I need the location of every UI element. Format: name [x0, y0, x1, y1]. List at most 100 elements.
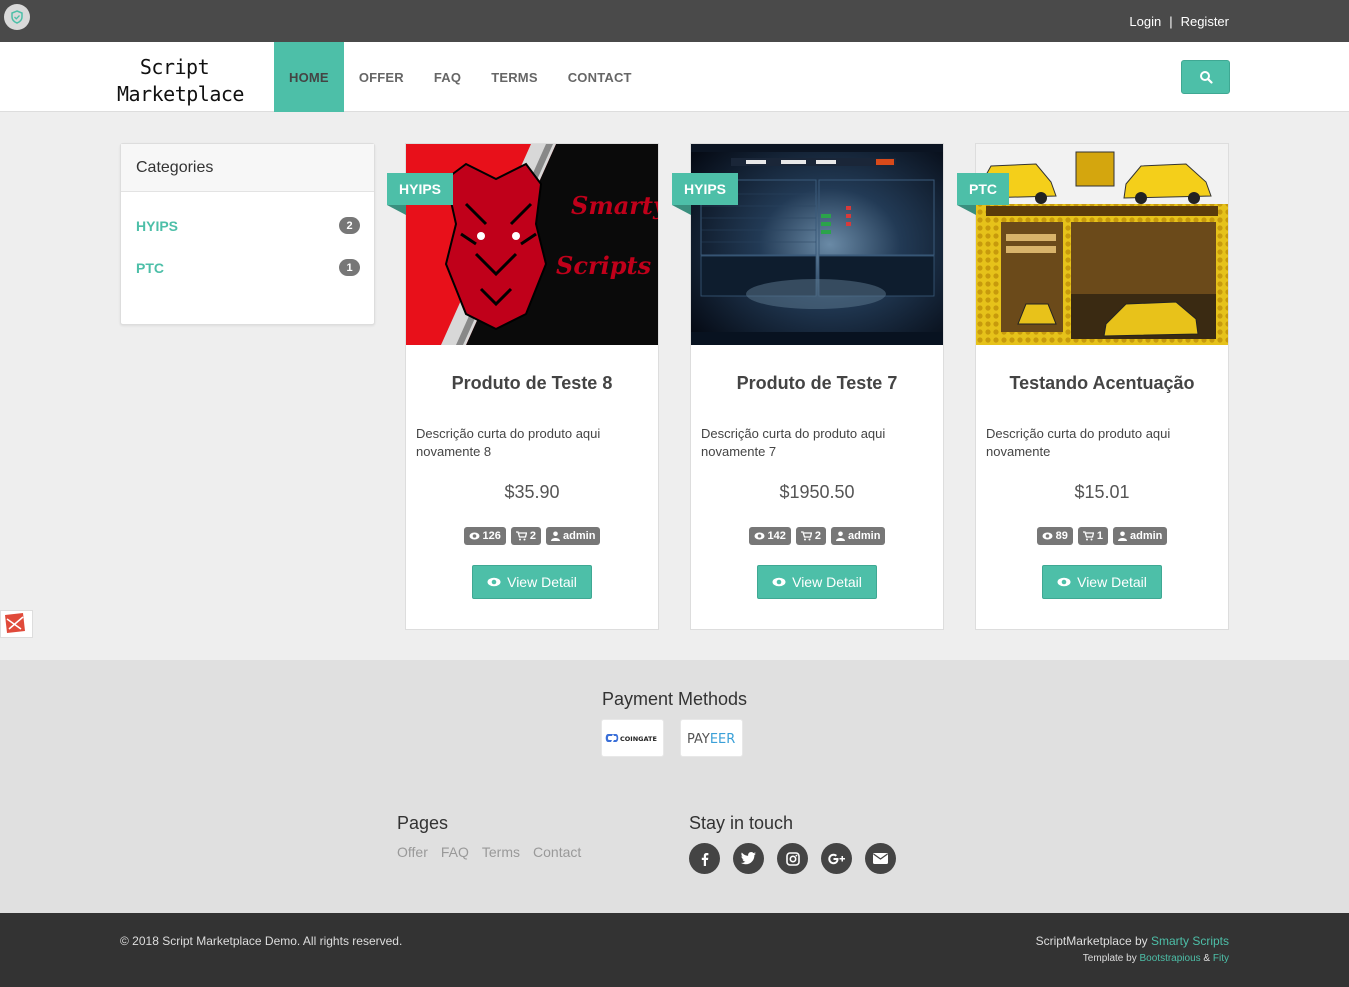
shield-icon[interactable] — [4, 4, 30, 30]
account-links: Login | Register — [1129, 14, 1229, 29]
author-name: admin — [563, 530, 596, 542]
product-title[interactable]: Produto de Teste 7 — [691, 373, 943, 394]
social-links — [689, 843, 896, 874]
cart-count: 2 — [529, 530, 537, 542]
cart-icon — [1082, 531, 1094, 541]
product-image[interactable] — [976, 144, 1228, 345]
template-prefix: Template by — [1082, 953, 1140, 964]
product-stats: 126 2 admin — [406, 527, 658, 545]
twitter-icon[interactable] — [733, 843, 764, 874]
views-badge: 126 — [463, 527, 506, 545]
user-icon — [1117, 531, 1127, 541]
view-detail-label: View Detail — [1077, 574, 1147, 590]
nav-faq[interactable]: FAQ — [419, 42, 476, 112]
category-label[interactable]: HYIPS — [136, 218, 178, 234]
bottom-bar: © 2018 Script Marketplace Demo. All righ… — [0, 913, 1349, 987]
views-count: 142 — [767, 530, 786, 542]
product-stats: 142 2 admin — [691, 527, 943, 545]
ribbon-fold — [957, 205, 976, 215]
category-item-ptc[interactable]: PTC 1 — [136, 259, 360, 276]
product-description: Descrição curta do produto aqui novament… — [986, 426, 1171, 459]
user-icon — [551, 531, 561, 541]
copyright-text: © 2018 Script Marketplace Demo. All righ… — [120, 934, 403, 948]
stay-in-touch-title: Stay in touch — [689, 813, 794, 833]
cart-badge: 1 — [1077, 527, 1108, 545]
category-count-badge: 2 — [339, 217, 360, 234]
cart-icon — [515, 531, 527, 541]
footer-link-offer[interactable]: Offer — [397, 844, 428, 860]
credit-line: ScriptMarketplace by Smarty Scripts — [1036, 934, 1229, 948]
footer-link-faq[interactable]: FAQ — [441, 844, 469, 860]
views-count: 126 — [482, 530, 501, 542]
template-credit-line: Template by Bootstrapious & Fity — [1083, 953, 1229, 964]
category-count-badge: 1 — [339, 259, 360, 276]
views-badge: 142 — [748, 527, 791, 545]
template-ampersand: & — [1200, 953, 1213, 964]
payeer-logo: PAYEER — [680, 719, 743, 757]
category-item-hyips[interactable]: HYIPS 2 — [136, 217, 360, 234]
views-count: 89 — [1055, 530, 1068, 542]
floating-widget-icon[interactable] — [0, 610, 33, 638]
image-logo-text-2: Scripts — [556, 251, 652, 280]
register-link[interactable]: Register — [1181, 14, 1229, 29]
pages-title: Pages — [397, 813, 449, 833]
cart-badge: 2 — [795, 527, 827, 545]
category-label[interactable]: PTC — [136, 260, 164, 276]
search-button[interactable] — [1181, 60, 1230, 94]
product-price: $1950.50 — [779, 482, 855, 502]
footer: Payment Methods COINGATE PAYEER Pages Of… — [0, 660, 1349, 913]
cart-count: 2 — [814, 530, 822, 542]
cart-icon — [800, 531, 812, 541]
view-detail-button[interactable]: View Detail — [1042, 565, 1162, 599]
footer-page-links: Offer FAQ Terms Contact — [397, 844, 581, 860]
views-badge: 89 — [1036, 527, 1073, 545]
nav-offer[interactable]: OFFER — [344, 42, 419, 112]
footer-link-terms[interactable]: Terms — [482, 844, 520, 860]
eye-icon — [1042, 532, 1053, 540]
payeer-logo-text: PAYEER — [687, 732, 735, 746]
category-ribbon: PTC — [957, 173, 1009, 205]
view-detail-button[interactable]: View Detail — [757, 565, 877, 599]
author-name: admin — [848, 530, 881, 542]
author-name: admin — [1129, 530, 1163, 542]
product-card: Smarty Scripts HYIPS Produto de Teste 8 … — [387, 143, 659, 630]
nav-contact[interactable]: CONTACT — [553, 42, 647, 112]
author-badge: admin — [1112, 527, 1168, 545]
smarty-scripts-link[interactable]: Smarty Scripts — [1151, 934, 1229, 948]
coingate-logo-text: COINGATE — [620, 735, 657, 743]
brand-line-1: Script — [139, 55, 210, 79]
cart-count: 1 — [1096, 530, 1103, 542]
nav-terms[interactable]: TERMS — [476, 42, 553, 112]
coingate-logo: COINGATE — [601, 719, 664, 757]
product-description: Descrição curta do produto aqui novament… — [701, 426, 886, 459]
category-ribbon: HYIPS — [387, 173, 454, 205]
image-logo-text-1: Smarty — [571, 191, 658, 220]
author-badge: admin — [831, 527, 886, 545]
product-stats: 89 1 admin — [976, 527, 1228, 545]
cart-badge: 2 — [510, 527, 542, 545]
author-badge: admin — [546, 527, 601, 545]
bootstrapious-link[interactable]: Bootstrapious — [1140, 953, 1201, 964]
nav-home[interactable]: HOME — [274, 42, 344, 112]
eye-icon — [772, 577, 786, 587]
view-detail-label: View Detail — [792, 574, 862, 590]
top-bar: Login | Register — [0, 0, 1349, 42]
product-title[interactable]: Testando Acentuação — [976, 373, 1228, 394]
footer-link-contact[interactable]: Contact — [533, 844, 581, 860]
login-link[interactable]: Login — [1129, 14, 1161, 29]
fity-link[interactable]: Fity — [1213, 953, 1229, 964]
instagram-icon[interactable] — [777, 843, 808, 874]
brand-line-2: Marketplace — [117, 82, 244, 106]
google-plus-icon[interactable] — [821, 843, 852, 874]
product-description: Descrição curta do produto aqui novament… — [416, 426, 601, 459]
site-logo[interactable]: Script Marketplace — [117, 54, 244, 108]
envelope-icon[interactable] — [865, 843, 896, 874]
view-detail-button[interactable]: View Detail — [472, 565, 592, 599]
product-title[interactable]: Produto de Teste 8 — [406, 373, 658, 394]
category-ribbon: HYIPS — [672, 173, 739, 205]
product-price: $35.90 — [504, 482, 560, 502]
payment-methods-title: Payment Methods — [601, 689, 748, 709]
facebook-icon[interactable] — [689, 843, 720, 874]
search-icon — [1199, 71, 1213, 84]
eye-icon — [1057, 577, 1071, 587]
